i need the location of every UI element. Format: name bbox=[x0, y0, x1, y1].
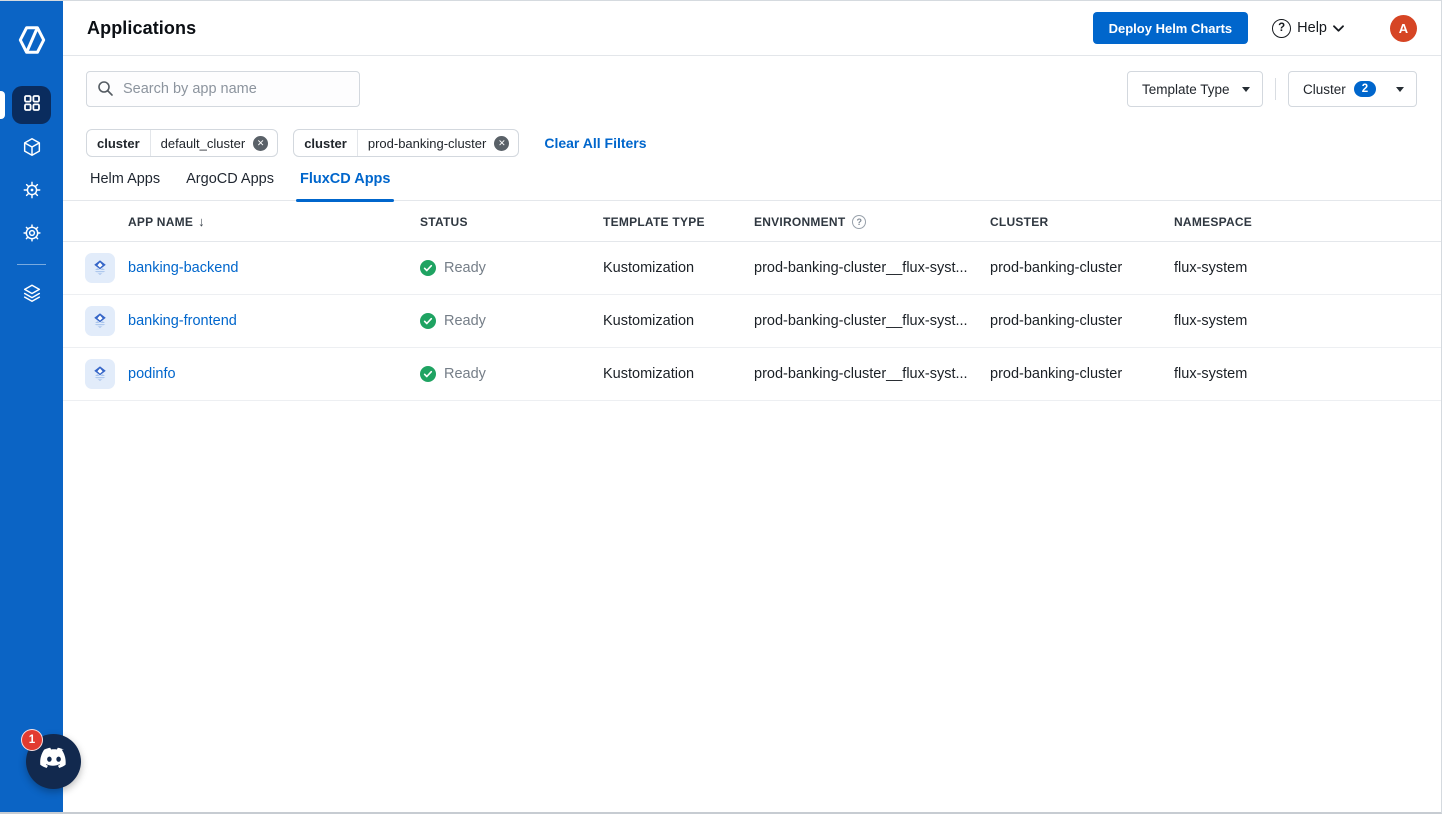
ready-check-icon bbox=[420, 366, 436, 382]
template-type-cell: Kustomization bbox=[603, 313, 695, 329]
column-header-cluster: CLUSTER bbox=[990, 214, 1049, 229]
deploy-helm-charts-button[interactable]: Deploy Helm Charts bbox=[1092, 12, 1249, 44]
template-type-dropdown[interactable]: Template Type bbox=[1127, 71, 1263, 107]
caret-down-icon bbox=[1396, 86, 1404, 92]
cluster-cell: prod-banking-cluster bbox=[990, 260, 1123, 276]
gear-icon bbox=[21, 222, 43, 249]
tab-argocd-apps[interactable]: ArgoCD Apps bbox=[182, 171, 278, 200]
remove-filter-icon[interactable]: ✕ bbox=[494, 135, 510, 151]
ready-check-icon bbox=[420, 260, 436, 276]
help-label: Help bbox=[1297, 20, 1327, 36]
table-row[interactable]: podinfo Ready Kustomization prod-banking… bbox=[63, 348, 1441, 401]
status-text: Ready bbox=[444, 313, 486, 329]
namespace-cell: flux-system bbox=[1174, 260, 1248, 276]
help-menu[interactable]: ? Help bbox=[1272, 18, 1344, 38]
cluster-dropdown[interactable]: Cluster 2 bbox=[1288, 71, 1417, 107]
environment-help-icon[interactable]: ? bbox=[852, 214, 867, 229]
cluster-cell: prod-banking-cluster bbox=[990, 313, 1123, 329]
question-circle-icon: ? bbox=[1272, 18, 1292, 38]
template-type-cell: Kustomization bbox=[603, 260, 695, 276]
status-cell: Ready bbox=[420, 260, 603, 276]
column-header-app-name[interactable]: APP NAME ↓ bbox=[128, 214, 420, 229]
clear-all-filters-link[interactable]: Clear All Filters bbox=[544, 135, 646, 151]
template-type-cell: Kustomization bbox=[603, 366, 695, 382]
topbar-actions: Deploy Helm Charts ? Help A bbox=[1092, 12, 1417, 44]
search-input[interactable] bbox=[86, 71, 360, 107]
filter-selects: Template Type Cluster 2 bbox=[1127, 71, 1417, 107]
status-text: Ready bbox=[444, 366, 486, 382]
app-name-link[interactable]: podinfo bbox=[128, 366, 176, 382]
applied-filters-row: cluster default_cluster ✕ cluster prod-b… bbox=[86, 129, 647, 157]
status-cell: Ready bbox=[420, 366, 603, 382]
app-name-link[interactable]: banking-frontend bbox=[128, 313, 237, 329]
select-divider bbox=[1275, 78, 1276, 100]
sort-desc-icon: ↓ bbox=[198, 214, 205, 229]
notification-badge: 1 bbox=[21, 729, 43, 751]
helm-wheel-icon bbox=[21, 179, 43, 206]
app-type-tabs: Helm Apps ArgoCD Apps FluxCD Apps bbox=[63, 171, 1441, 202]
sidebar bbox=[0, 1, 63, 812]
sidebar-divider bbox=[17, 264, 46, 265]
remove-filter-icon[interactable]: ✕ bbox=[253, 135, 269, 151]
sidebar-item-jobs[interactable] bbox=[12, 173, 51, 211]
apps-table: APP NAME ↓ STATUS TEMPLATE TYPE ENVIRONM… bbox=[63, 202, 1441, 401]
app-name-link[interactable]: banking-backend bbox=[128, 260, 238, 276]
chip-key: cluster bbox=[87, 130, 151, 156]
tab-helm-apps[interactable]: Helm Apps bbox=[86, 171, 164, 200]
search-icon bbox=[97, 80, 114, 102]
filter-chip: cluster default_cluster ✕ bbox=[86, 129, 279, 157]
filter-chip: cluster prod-banking-cluster ✕ bbox=[293, 129, 520, 157]
column-header-status: STATUS bbox=[420, 214, 468, 229]
sidebar-item-resource-browser[interactable] bbox=[12, 276, 51, 314]
table-header-row: APP NAME ↓ STATUS TEMPLATE TYPE ENVIRONM… bbox=[63, 202, 1441, 242]
page-title: Applications bbox=[87, 17, 197, 38]
fluxcd-app-icon bbox=[85, 253, 115, 283]
fluxcd-app-icon bbox=[85, 359, 115, 389]
app-window: 1 Applications Deploy Helm Charts ? Help… bbox=[0, 0, 1442, 814]
cluster-count-badge: 2 bbox=[1353, 81, 1377, 97]
column-header-environment: ENVIRONMENT ? bbox=[754, 214, 990, 229]
namespace-cell: flux-system bbox=[1174, 366, 1248, 382]
chip-value: prod-banking-cluster bbox=[367, 135, 487, 151]
grid-icon bbox=[22, 93, 42, 118]
search-container bbox=[86, 71, 360, 107]
cluster-cell: prod-banking-cluster bbox=[990, 366, 1123, 382]
template-type-label: Template Type bbox=[1142, 81, 1230, 97]
namespace-cell: flux-system bbox=[1174, 313, 1248, 329]
table-row[interactable]: banking-backend Ready Kustomization prod… bbox=[63, 242, 1441, 295]
user-avatar[interactable]: A bbox=[1390, 14, 1417, 42]
table-row[interactable]: banking-frontend Ready Kustomization pro… bbox=[63, 295, 1441, 348]
column-header-template-type: TEMPLATE TYPE bbox=[603, 214, 705, 229]
topbar: Applications Deploy Helm Charts ? Help A bbox=[63, 1, 1441, 56]
main-content: Applications Deploy Helm Charts ? Help A bbox=[63, 1, 1441, 812]
environment-cell: prod-banking-cluster__flux-syst... bbox=[754, 313, 968, 329]
layers-icon bbox=[21, 282, 43, 309]
environment-cell: prod-banking-cluster__flux-syst... bbox=[754, 260, 968, 276]
cluster-label: Cluster bbox=[1303, 81, 1346, 97]
column-header-namespace: NAMESPACE bbox=[1174, 214, 1253, 229]
sidebar-item-global-configurations[interactable] bbox=[12, 216, 51, 254]
caret-down-icon bbox=[1242, 86, 1250, 92]
sidebar-item-chart-store[interactable] bbox=[12, 130, 51, 168]
cube-icon bbox=[21, 136, 43, 163]
status-cell: Ready bbox=[420, 313, 603, 329]
status-text: Ready bbox=[444, 260, 486, 276]
ready-check-icon bbox=[420, 313, 436, 329]
tab-fluxcd-apps[interactable]: FluxCD Apps bbox=[295, 171, 395, 202]
devtron-logo-icon[interactable] bbox=[13, 21, 51, 59]
environment-cell: prod-banking-cluster__flux-syst... bbox=[754, 366, 968, 382]
active-indicator bbox=[0, 91, 5, 119]
sidebar-item-applications[interactable] bbox=[0, 86, 51, 124]
fluxcd-app-icon bbox=[85, 306, 115, 336]
discord-icon bbox=[39, 747, 69, 776]
chevron-down-icon bbox=[1333, 24, 1344, 32]
chip-value: default_cluster bbox=[160, 135, 246, 151]
chip-key: cluster bbox=[294, 130, 358, 156]
